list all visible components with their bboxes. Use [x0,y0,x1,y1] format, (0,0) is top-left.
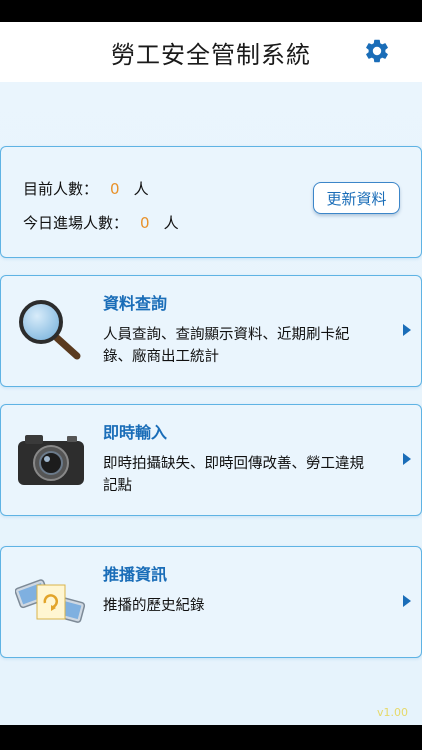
chevron-right-icon [403,324,411,336]
menu-description: 人員查詢、查詢顯示資料、近期刷卡紀錄、廠商出工統計 [103,327,350,365]
settings-button[interactable] [362,36,392,66]
headcount-card: 目前人數： 0 人 今日進場人數： 0 人 更新資料 [0,146,422,258]
current-count-row: 目前人數： 0 人 [23,178,149,199]
camera-icon [18,435,84,485]
current-count-unit: 人 [133,180,149,198]
menu-item-push-notifications[interactable]: 推播資訊 推播的歷史紀錄 [0,546,422,658]
menu-item-realtime-input[interactable]: 即時輸入 即時拍攝缺失、即時回傳改善、勞工違規記點 [0,404,422,516]
chevron-right-icon [403,595,411,607]
chevron-right-icon [403,453,411,465]
magnifier-icon [19,300,81,360]
version-label: v1.00 [376,706,408,719]
page-title: 勞工安全管制系統 [111,40,311,69]
phone-sync-icon [15,579,86,623]
app-screen: 勞工安全管制系統 目前人數： 0 人 今日進場人數： 0 人 更新資料 資料查詢… [0,22,422,725]
header-bar: 勞工安全管制系統 [0,22,422,82]
menu-title: 推播資訊 [103,565,168,584]
refresh-button[interactable]: 更新資料 [313,182,400,214]
menu-item-data-query[interactable]: 資料查詢 人員查詢、查詢顯示資料、近期刷卡紀錄、廠商出工統計 [0,275,422,387]
today-count-label: 今日進場人數： [23,214,129,232]
gear-icon [366,39,388,63]
current-count-label: 目前人數： [23,180,99,198]
menu-title: 資料查詢 [103,294,168,313]
menu-description: 推播的歷史紀錄 [103,598,205,614]
menu-description: 即時拍攝缺失、即時回傳改善、勞工違規記點 [103,456,364,494]
today-count-unit: 人 [163,214,179,232]
today-count-value: 0 [140,213,150,232]
today-count-row: 今日進場人數： 0 人 [23,212,179,233]
menu-title: 即時輸入 [103,423,168,442]
current-count-value: 0 [110,179,120,198]
